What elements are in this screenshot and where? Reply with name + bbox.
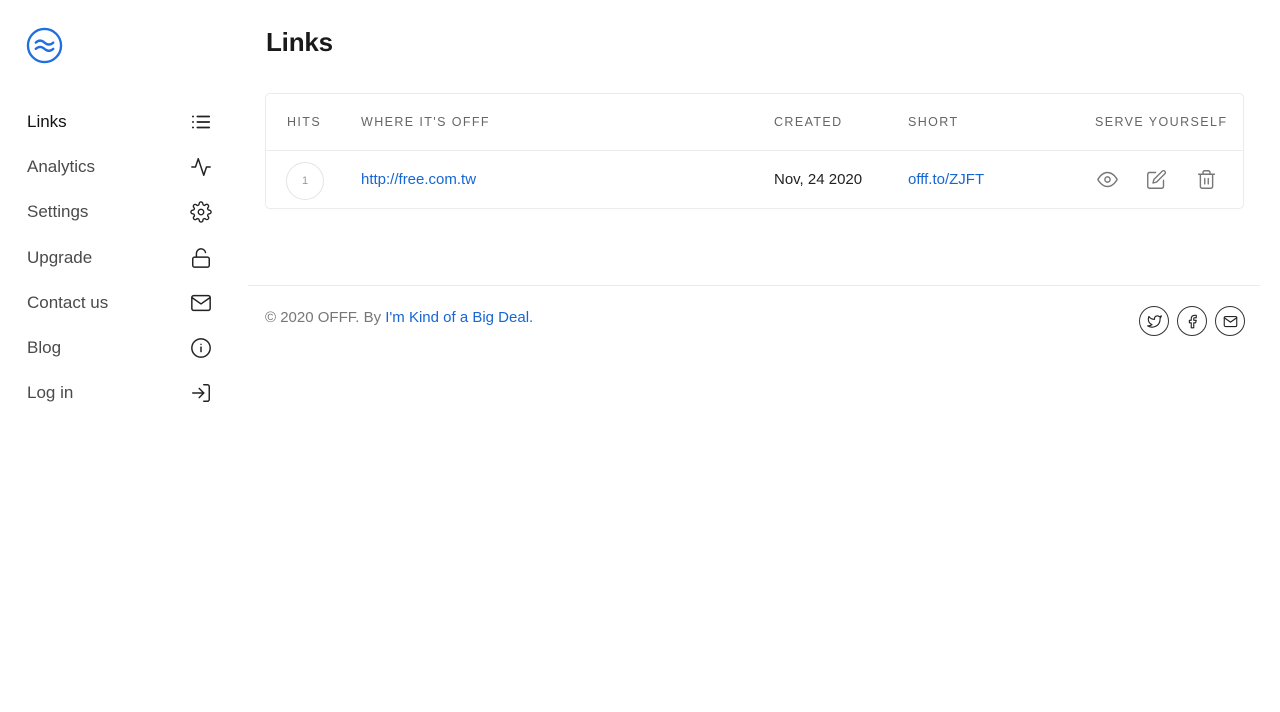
credit-link[interactable]: I'm Kind of a Big Deal. xyxy=(385,309,533,326)
unlock-icon xyxy=(189,246,213,270)
column-header-hits: HITS xyxy=(287,115,322,129)
sidebar-item-label: Upgrade xyxy=(27,247,93,267)
twitter-icon[interactable] xyxy=(1139,306,1169,336)
sidebar-nav: Links Analytics Settings Upgrade Contact… xyxy=(27,99,213,416)
main-content: Links HITS WHERE IT'S OFFF CREATED SHORT… xyxy=(248,0,1260,712)
sidebar-item-upgrade[interactable]: Upgrade xyxy=(27,235,213,280)
waves-logo-icon[interactable] xyxy=(26,27,63,64)
sidebar: Links Analytics Settings Upgrade Contact… xyxy=(0,0,248,712)
facebook-icon[interactable] xyxy=(1177,306,1207,336)
created-date: Nov, 24 2020 xyxy=(774,171,863,188)
hits-count-badge: 1 xyxy=(286,162,324,200)
sidebar-item-label: Contact us xyxy=(27,292,109,312)
column-header-where: WHERE IT'S OFFF xyxy=(361,115,490,129)
page-title: Links xyxy=(266,27,333,57)
sidebar-item-settings[interactable]: Settings xyxy=(27,190,213,235)
sidebar-item-log-in[interactable]: Log in xyxy=(27,371,213,416)
column-header-created: CREATED xyxy=(774,115,843,129)
gear-icon xyxy=(189,200,213,224)
sidebar-item-label: Links xyxy=(27,111,67,131)
sidebar-item-label: Blog xyxy=(27,338,62,358)
mail-icon[interactable] xyxy=(1215,306,1245,336)
app-root: Links Analytics Settings Upgrade Contact… xyxy=(0,0,1280,712)
copyright-text: © 2020 OFFF. By xyxy=(265,309,382,326)
sidebar-item-links[interactable]: Links xyxy=(27,99,213,144)
log-in-icon xyxy=(189,381,213,405)
mail-icon xyxy=(189,291,213,315)
edit-icon[interactable] xyxy=(1144,167,1168,191)
sidebar-item-blog[interactable]: Blog xyxy=(27,325,213,370)
destination-url-link[interactable]: http://free.com.tw xyxy=(361,171,476,188)
sidebar-item-analytics[interactable]: Analytics xyxy=(27,144,213,189)
table-row: 1 http://free.com.tw Nov, 24 2020 offf.t… xyxy=(266,151,1243,209)
footer-divider xyxy=(248,285,1260,286)
footer-copyright: © 2020 OFFF. By I'm Kind of a Big Deal. xyxy=(265,309,533,326)
sidebar-item-label: Log in xyxy=(27,383,74,403)
list-icon xyxy=(189,110,213,134)
info-icon xyxy=(189,336,213,360)
sidebar-item-label: Analytics xyxy=(27,156,96,176)
column-header-serve-yourself: SERVE YOURSELF xyxy=(1095,115,1228,129)
activity-icon xyxy=(189,155,213,179)
column-header-short: SHORT xyxy=(908,115,959,129)
eye-icon[interactable] xyxy=(1095,167,1119,191)
trash-icon[interactable] xyxy=(1194,167,1218,191)
links-table: HITS WHERE IT'S OFFF CREATED SHORT SERVE… xyxy=(265,93,1244,209)
sidebar-item-contact-us[interactable]: Contact us xyxy=(27,280,213,325)
table-header: HITS WHERE IT'S OFFF CREATED SHORT SERVE… xyxy=(266,94,1243,151)
sidebar-item-label: Settings xyxy=(27,202,89,222)
short-url-link[interactable]: offf.to/ZJFT xyxy=(908,171,984,188)
